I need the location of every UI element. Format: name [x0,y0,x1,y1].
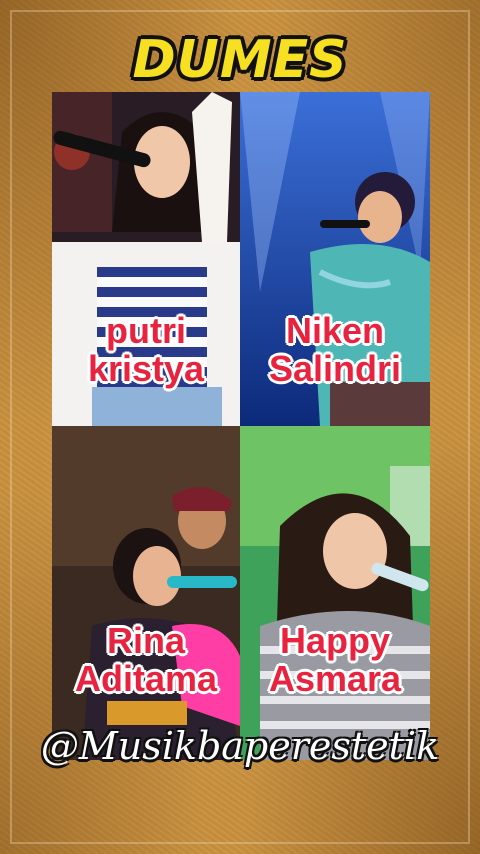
photo-panel-3: Rina Aditama [52,426,240,760]
photo-panel-1: putri kristya [52,92,240,426]
photo-grid: putri kristya Niken Salindri Rina Aditam… [52,92,430,760]
singer-name-label: Rina Aditama [74,620,218,699]
singer-photo-3 [52,426,240,760]
singer-photo-4 [240,426,430,760]
photo-panel-4: Happy Asmara [240,426,430,760]
singer-name-label: putri kristya [87,310,205,389]
singer-name-label: Happy Asmara [268,620,402,699]
watermark-handle: @Musikbaperestetik [40,724,440,768]
singer-name-label: Niken Salindri [268,310,402,389]
photo-panel-2: Niken Salindri [240,92,430,426]
title: DUMES [132,30,348,90]
